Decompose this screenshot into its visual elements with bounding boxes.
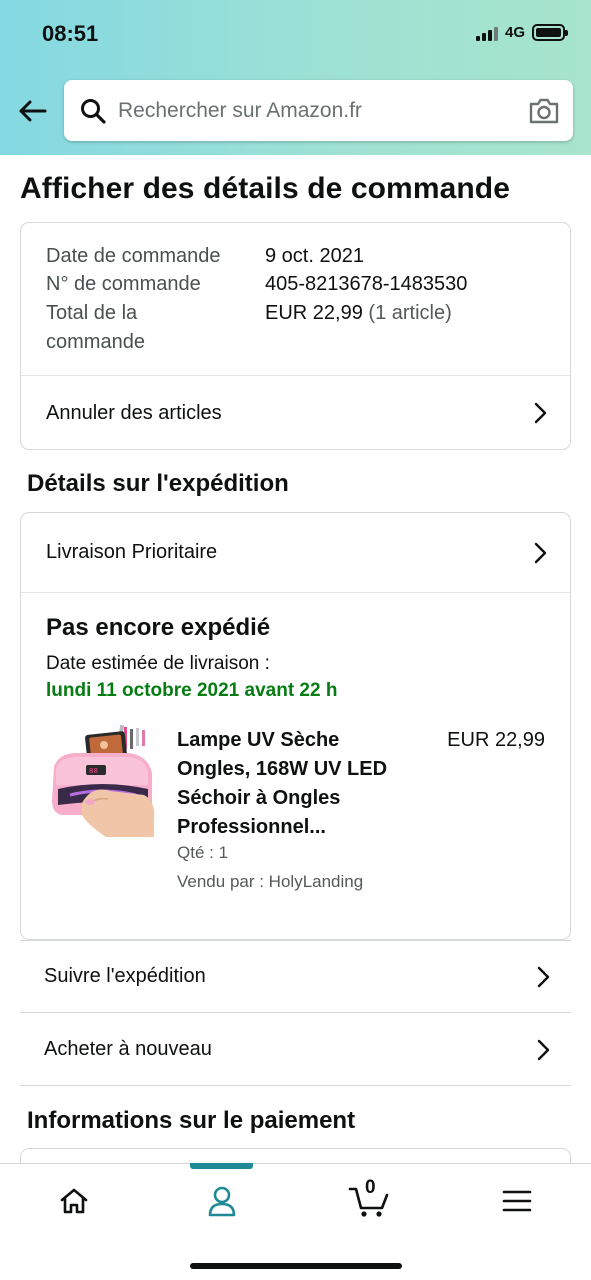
camera-icon[interactable] bbox=[527, 94, 561, 128]
bottom-navigation: 0 bbox=[0, 1163, 591, 1280]
back-button[interactable] bbox=[14, 93, 50, 129]
back-arrow-icon bbox=[19, 100, 47, 122]
shipment-status: Pas encore expédié bbox=[46, 614, 271, 641]
chevron-right-icon bbox=[534, 542, 547, 563]
estimated-delivery-date: lundi 11 octobre 2021 avant 22 h bbox=[46, 680, 338, 701]
product-title[interactable]: Lampe UV Sèche Ongles, 168W UV LED Sécho… bbox=[177, 726, 417, 842]
delivery-option-label: Livraison Prioritaire bbox=[46, 541, 218, 563]
shipment-card: Livraison Prioritaire Pas encore expédié… bbox=[20, 512, 571, 940]
order-number-label: N° de commande bbox=[46, 273, 201, 295]
cancel-items-label: Annuler des articles bbox=[46, 401, 222, 424]
estimated-delivery-label: Date estimée de livraison : bbox=[46, 653, 270, 674]
track-shipment-label: Suivre l'expédition bbox=[44, 965, 206, 987]
search-icon bbox=[78, 96, 108, 126]
status-indicators: 4G bbox=[475, 24, 568, 41]
header: 08:51 4G bbox=[0, 0, 591, 155]
order-total-label-line1: Total de la bbox=[46, 302, 138, 324]
menu-icon bbox=[502, 1190, 532, 1212]
track-shipment-row[interactable]: Suivre l'expédition bbox=[20, 941, 571, 1013]
order-summary-card: Date de commande 9 oct. 2021 N° de comma… bbox=[20, 222, 571, 450]
order-total-amount: EUR 22,99 bbox=[265, 302, 363, 324]
product-image[interactable]: 88 bbox=[48, 724, 156, 837]
product-seller: Vendu par : HolyLanding bbox=[177, 872, 364, 891]
cart-count-badge: 0 bbox=[365, 1177, 376, 1198]
order-total-label-line2: commande bbox=[46, 331, 145, 353]
page-title: Afficher des détails de commande bbox=[20, 172, 511, 205]
divider bbox=[21, 592, 570, 593]
active-tab-indicator bbox=[190, 1163, 253, 1169]
order-total-label: Total de la commande bbox=[46, 299, 145, 357]
search-bar[interactable] bbox=[64, 80, 573, 141]
nav-menu-button[interactable] bbox=[487, 1180, 547, 1222]
network-type: 4G bbox=[504, 24, 525, 41]
svg-text:88: 88 bbox=[89, 767, 98, 775]
buy-again-row[interactable]: Acheter à nouveau bbox=[20, 1014, 571, 1086]
cancel-items-row[interactable]: Annuler des articles bbox=[21, 376, 570, 450]
buy-again-label: Acheter à nouveau bbox=[44, 1038, 212, 1060]
battery-icon bbox=[532, 24, 568, 41]
chevron-right-icon bbox=[534, 402, 547, 424]
account-icon bbox=[208, 1186, 236, 1217]
status-time: 08:51 bbox=[42, 21, 99, 46]
delivery-option-row[interactable]: Livraison Prioritaire bbox=[21, 513, 570, 592]
home-icon bbox=[60, 1188, 88, 1214]
payment-section-title: Informations sur le paiement bbox=[27, 1107, 356, 1134]
product-quantity: Qté : 1 bbox=[177, 843, 229, 862]
chevron-right-icon bbox=[537, 966, 550, 987]
order-date-label: Date de commande bbox=[46, 245, 221, 267]
search-input[interactable] bbox=[108, 98, 527, 123]
order-total-value: EUR 22,99 (1 article) bbox=[265, 299, 452, 328]
product-price: EUR 22,99 bbox=[447, 729, 545, 751]
order-item-count: (1 article) bbox=[368, 302, 452, 324]
signal-icon bbox=[475, 25, 498, 41]
home-indicator bbox=[190, 1263, 402, 1269]
order-number-value: 405-8213678-1483530 bbox=[265, 273, 468, 295]
nav-home-button[interactable] bbox=[44, 1180, 104, 1222]
nav-cart-button[interactable]: 0 bbox=[339, 1177, 399, 1222]
order-date-value: 9 oct. 2021 bbox=[265, 245, 364, 267]
chevron-right-icon bbox=[537, 1039, 550, 1060]
shipping-section-title: Détails sur l'expédition bbox=[27, 470, 289, 497]
nav-account-button[interactable] bbox=[192, 1180, 252, 1222]
